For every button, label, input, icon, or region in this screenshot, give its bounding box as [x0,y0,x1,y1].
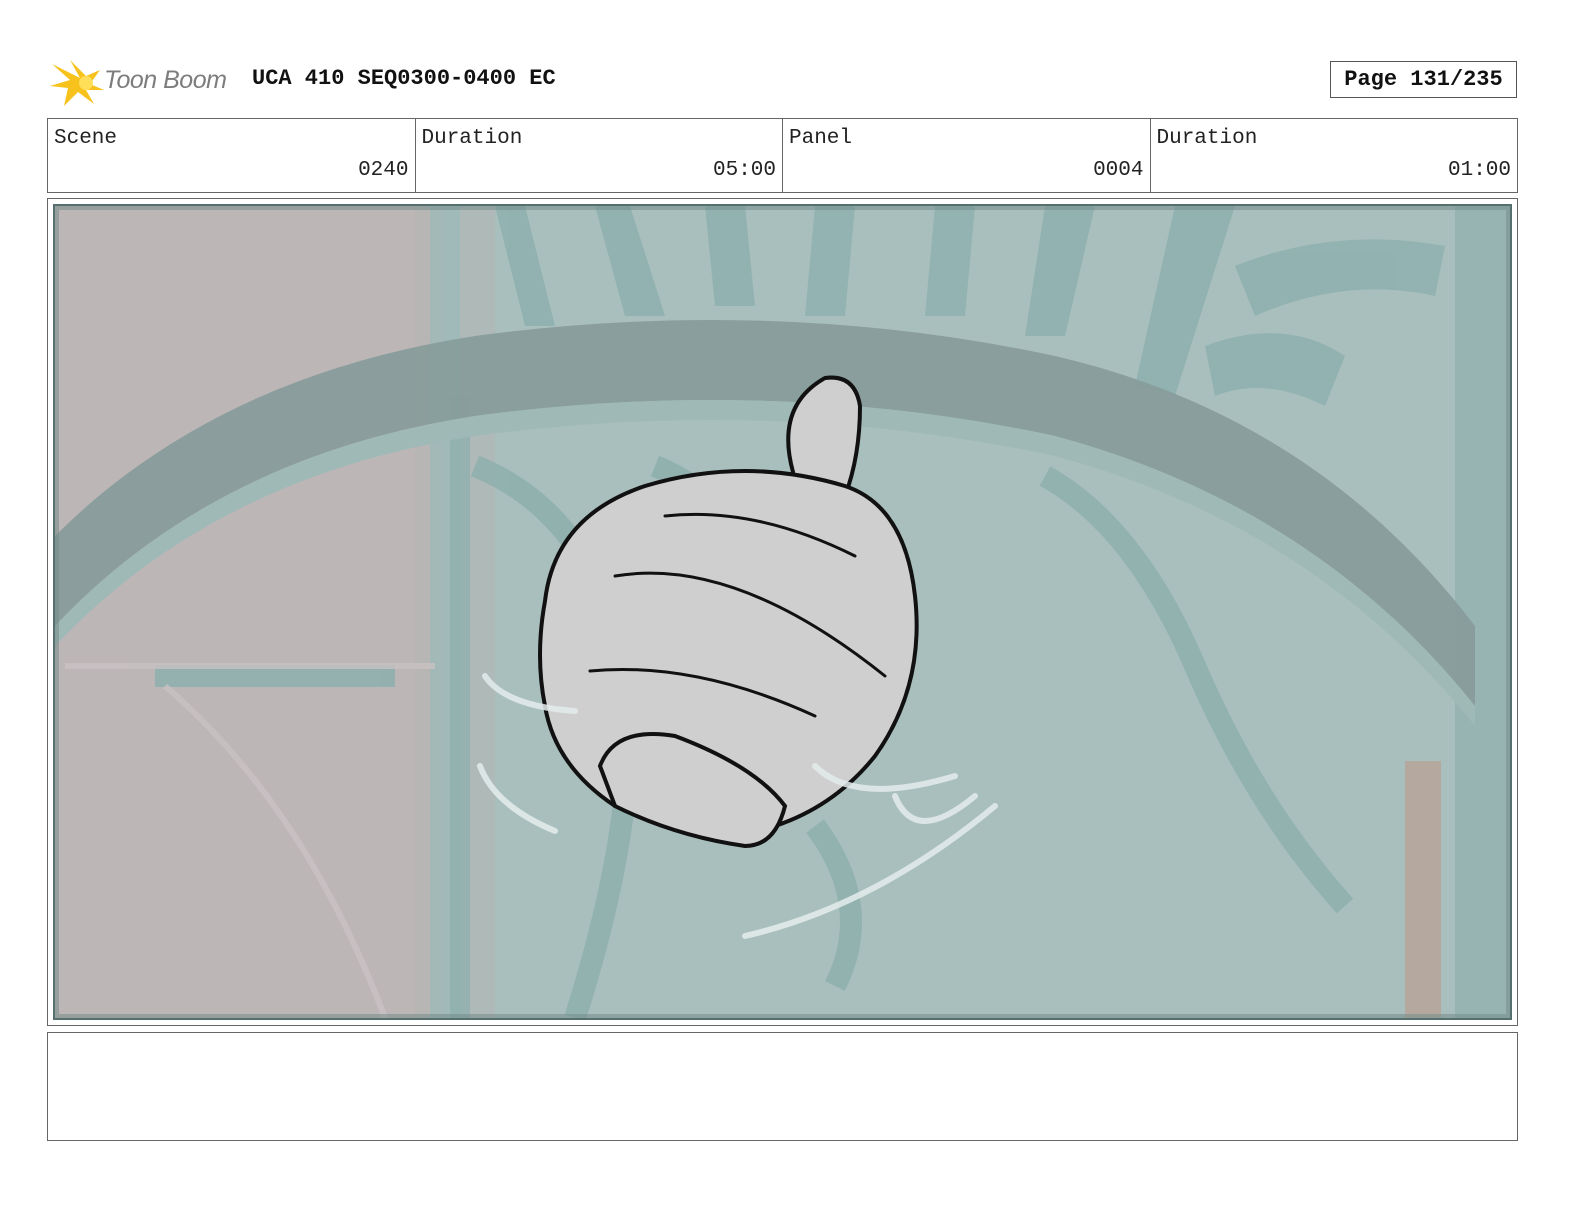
notes-box [47,1032,1518,1141]
scene-duration-value: 05:00 [712,159,776,182]
panel-value: 0004 [1093,159,1144,182]
panel-frame [47,198,1518,1026]
panel-duration-value: 01:00 [1447,159,1511,182]
wood-post [1405,761,1441,1018]
scene-value: 0240 [358,159,409,182]
panel-duration-cell: Duration 01:00 [1151,119,1518,192]
panel-cell: Panel 0004 [783,119,1151,192]
page-number: Page 131/235 [1344,67,1503,92]
storyboard-sketch-image [53,204,1512,1020]
panel-label: Panel [789,127,853,150]
document-title: UCA 410 SEQ0300-0400 EC [252,66,556,91]
scene-duration-cell: Duration 05:00 [416,119,783,192]
starburst-logo-icon [50,60,104,106]
scene-duration-label: Duration [421,127,523,150]
wall-left [55,206,445,1018]
scene-label: Scene [54,127,118,150]
logo-text: Toon Boom [104,66,227,94]
toon-boom-logo: Toon Boom [50,54,240,108]
storyboard-drawing [55,206,1510,1018]
panel-duration-label: Duration [1156,127,1258,150]
scene-info-table: Scene 0240 Duration 05:00 Panel 0004 Dur… [47,118,1518,193]
scene-cell: Scene 0240 [48,119,416,192]
page-number-box: Page 131/235 [1330,61,1517,98]
